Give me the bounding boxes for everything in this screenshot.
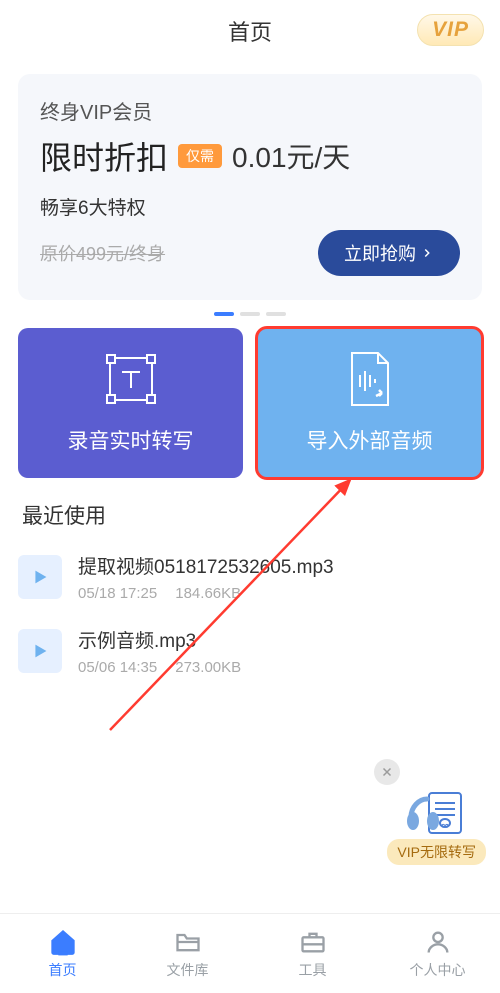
file-time: 05/18 17:25 <box>78 585 157 602</box>
file-time: 05/06 14:35 <box>78 659 157 676</box>
list-item[interactable]: 示例音频.mp3 05/06 14:35 273.00KB <box>0 614 500 688</box>
tab-label: 个人中心 <box>410 960 466 980</box>
file-size: 184.66KB <box>175 585 241 602</box>
promo-card[interactable]: 终身VIP会员 限时折扣 仅需 0.01元/天 畅享6大特权 原价499元/终身… <box>18 74 482 300</box>
vip-badge[interactable]: VIP <box>417 14 484 46</box>
pager-dot-active <box>214 312 234 316</box>
page-title: 首页 <box>228 15 272 47</box>
promo-price: 0.01元/天 <box>232 136 350 176</box>
vip-badge-text: VIP <box>417 14 484 46</box>
tab-profile[interactable]: 个人中心 <box>375 914 500 993</box>
promo-tag: 仅需 <box>178 144 222 168</box>
pager-dot <box>240 312 260 316</box>
svg-text:∞: ∞ <box>441 820 449 832</box>
tab-label: 文件库 <box>167 960 209 980</box>
buy-button[interactable]: 立即抢购 <box>318 230 460 276</box>
carousel-pager <box>0 312 500 316</box>
file-size: 273.00KB <box>175 659 241 676</box>
tab-bar: 首页 文件库 工具 个人中心 <box>0 913 500 993</box>
audio-file-icon <box>342 351 398 407</box>
promo-strike-price: 原价499元/终身 <box>40 240 165 266</box>
promo-benefits: 畅享6大特权 <box>40 193 460 220</box>
floating-badge-label: VIP无限转写 <box>387 839 486 865</box>
tab-home[interactable]: 首页 <box>0 914 125 993</box>
user-icon <box>424 928 452 956</box>
play-icon <box>18 555 62 599</box>
pager-dot <box>266 312 286 316</box>
buy-button-label: 立即抢购 <box>344 240 416 266</box>
promo-discount-label: 限时折扣 <box>40 133 168 179</box>
headphones-document-icon: ∞ <box>405 789 469 837</box>
chevron-right-icon <box>420 246 434 260</box>
home-icon <box>49 928 77 956</box>
close-icon[interactable] <box>374 759 400 785</box>
text-box-icon <box>103 351 159 407</box>
file-name: 示例音频.mp3 <box>78 626 482 653</box>
list-item[interactable]: 提取视频0518172532605.mp3 05/18 17:25 184.66… <box>0 540 500 614</box>
transcribe-card[interactable]: 录音实时转写 <box>18 328 243 478</box>
header: 首页 VIP <box>0 0 500 62</box>
floating-vip-badge[interactable]: ∞ VIP无限转写 <box>387 759 486 865</box>
promo-price-row: 限时折扣 仅需 0.01元/天 <box>40 133 460 179</box>
import-label: 导入外部音频 <box>307 425 433 455</box>
toolbox-icon <box>299 928 327 956</box>
folder-icon <box>174 928 202 956</box>
tab-files[interactable]: 文件库 <box>125 914 250 993</box>
file-name: 提取视频0518172532605.mp3 <box>78 552 482 579</box>
action-cards: 录音实时转写 导入外部音频 <box>18 328 482 478</box>
promo-title: 终身VIP会员 <box>40 96 460 125</box>
recent-section-title: 最近使用 <box>22 500 482 530</box>
import-audio-card[interactable]: 导入外部音频 <box>257 328 482 478</box>
tab-label: 首页 <box>49 960 77 980</box>
tab-label: 工具 <box>299 960 327 980</box>
tab-tools[interactable]: 工具 <box>250 914 375 993</box>
play-icon <box>18 629 62 673</box>
transcribe-label: 录音实时转写 <box>68 425 194 455</box>
